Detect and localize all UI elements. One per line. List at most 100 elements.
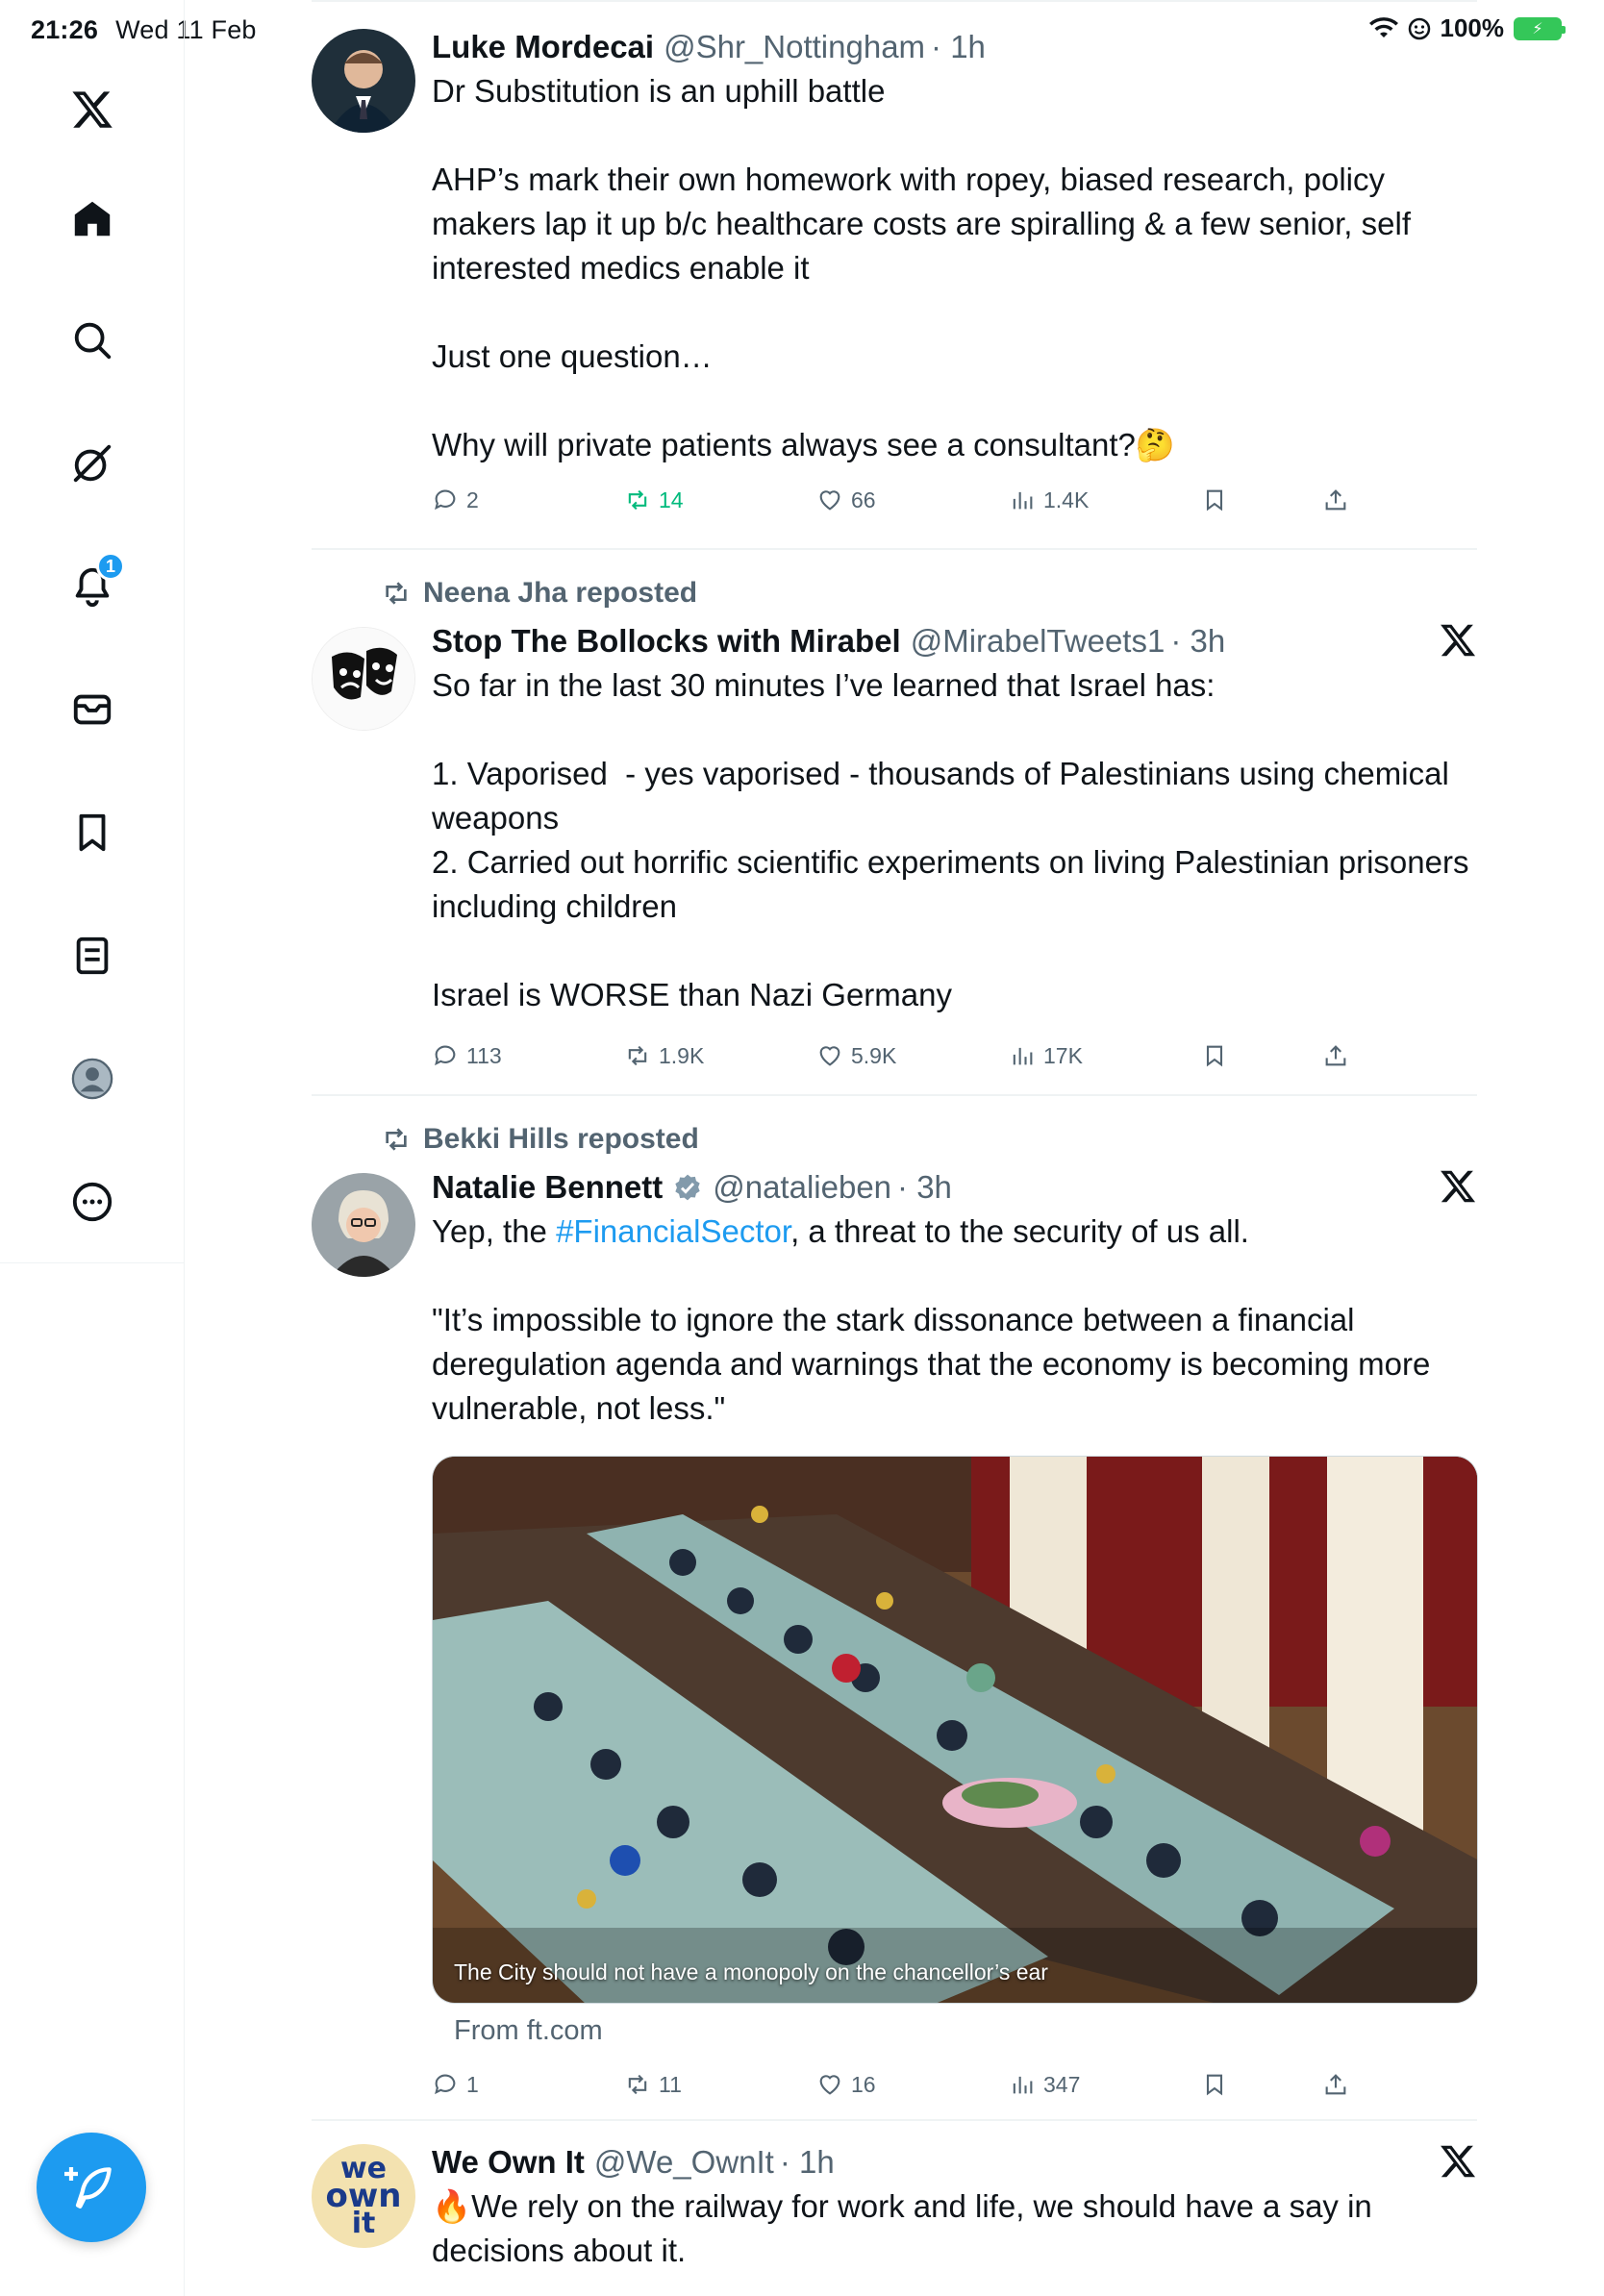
view-count: 17K [1043,1042,1083,1068]
views-button[interactable]: 1.4K [1009,487,1089,513]
bookmark-icon [79,813,106,852]
like-button[interactable]: 66 [816,487,876,513]
author-handle[interactable]: @Shr_Nottingham [664,29,925,65]
link-card-title: The City should not have a monopoly on t… [454,1959,1048,1984]
reply-count: 1 [466,2071,479,2097]
like-button[interactable]: 16 [816,2071,876,2098]
profile-icon [71,1058,113,1100]
reply-button[interactable]: 113 [432,1042,502,1069]
sidebar-item-profile[interactable] [62,1048,123,1110]
share-icon [1325,489,1346,511]
x-logo-icon[interactable] [1439,621,1477,660]
reply-button[interactable]: 1 [432,2071,479,2098]
bookmark-button[interactable] [1201,2071,1228,2098]
tweet-time[interactable]: · 1h [931,29,986,65]
views-icon [1013,1047,1033,1065]
author-handle[interactable]: @MirabelTweets1 [911,623,1165,660]
repost-by: Bekki Hills reposted [423,1123,699,1155]
tweet-time[interactable]: · 3h [1170,623,1225,660]
author-name[interactable]: We Own It [432,2144,585,2181]
heart-icon [819,1046,840,1066]
sidebar: 1 [0,0,185,2296]
tweet-time[interactable]: · 1h [780,2144,835,2181]
tweet-header: Luke Mordecai @Shr_Nottingham · 1h [432,29,1477,65]
avatar[interactable] [312,29,415,133]
verified-badge-icon [675,1174,700,1201]
bookmark-button[interactable] [1201,487,1228,513]
like-button[interactable]: 5.9K [816,1042,896,1069]
tweet[interactable]: Neena Jha reposted Stop The Bollocks wit… [312,577,1477,1094]
share-button[interactable] [1322,487,1349,513]
avatar[interactable]: we own it [312,2144,415,2248]
link-source[interactable]: From ft.com [454,2015,603,2047]
author-name[interactable]: Natalie Bennett [432,1169,663,1206]
more-icon [72,1182,113,1222]
author-handle[interactable]: @natalieben [713,1169,891,1206]
compose-button[interactable] [37,2133,146,2242]
sidebar-item-lists[interactable] [62,925,123,986]
share-icon [1325,1045,1346,1066]
tweet-time[interactable]: · 3h [897,1169,952,1206]
heart-icon [819,490,840,511]
sidebar-item-messages[interactable] [62,679,123,740]
repost-button[interactable]: 1.9K [624,1042,704,1069]
avatar[interactable] [312,1173,415,1277]
home-icon [74,201,111,237]
sidebar-item-grok[interactable] [62,433,123,494]
share-button[interactable] [1322,1042,1349,1069]
sidebar-item-bookmarks[interactable] [62,802,123,863]
tweet[interactable]: Luke Mordecai @Shr_Nottingham · 1h Dr Su… [312,29,1477,548]
repost-button[interactable]: 11 [624,2071,682,2098]
share-button[interactable] [1322,2071,1349,2098]
x-logo-icon[interactable] [1439,1167,1477,1206]
repost-icon [628,489,647,511]
author-name[interactable]: Luke Mordecai [432,29,654,65]
tweet-divider [312,548,1477,550]
hashtag-link[interactable]: #FinancialSector [556,1213,790,1249]
sidebar-item-home[interactable] [62,188,123,250]
tweet-header: We Own It @We_OwnIt · 1h [432,2144,1477,2181]
repost-count: 1.9K [659,1042,705,1068]
author-name[interactable]: Stop The Bollocks with Mirabel [432,623,901,660]
view-count: 1.4K [1043,487,1090,512]
repost-icon [628,1045,647,1066]
x-logo-icon[interactable] [1439,2142,1477,2181]
views-icon [1013,2076,1033,2094]
repost-indicator[interactable]: Bekki Hills reposted [381,1123,699,1156]
heart-icon [819,2075,840,2095]
tweet[interactable]: Bekki Hills reposted Natalie Bennett @na… [312,1123,1478,2119]
repost-icon [386,1128,407,1151]
repost-button[interactable]: 14 [624,487,684,513]
bookmark-icon [1206,489,1223,512]
author-handle[interactable]: @We_OwnIt [594,2144,774,2181]
sidebar-item-notifications[interactable]: 1 [62,552,125,617]
reply-icon [435,1045,456,1066]
tweet-text: 🔥We rely on the railway for work and lif… [432,2188,1381,2268]
avatar[interactable] [312,627,415,731]
tweet-text-start: Yep, the [432,1213,557,1249]
tweet-text: Dr Substitution is an uphill battle AHP’… [432,73,1411,462]
views-button[interactable]: 17K [1009,1042,1083,1069]
notification-badge: 1 [96,552,125,581]
views-button[interactable]: 347 [1009,2071,1080,2098]
link-card-image[interactable]: The City should not have a monopoly on t… [432,1456,1478,2004]
reply-button[interactable]: 2 [432,487,479,513]
avatar-logo-text: it [351,2207,376,2241]
reply-count: 113 [466,1042,502,1068]
tweet[interactable]: we own it We Own It @We_OwnIt · 1h 🔥We r… [312,2144,1477,2296]
repost-count: 14 [659,487,684,512]
repost-indicator[interactable]: Neena Jha reposted [381,577,697,610]
compose-icon [64,2167,112,2209]
lists-icon [76,936,109,975]
sidebar-item-more[interactable] [62,1171,123,1233]
like-count: 5.9K [851,1042,897,1068]
x-logo-icon[interactable] [62,79,123,140]
repost-by: Neena Jha reposted [423,577,698,609]
grok-icon [73,444,112,483]
tweet-text: So far in the last 30 minutes I’ve learn… [432,667,1469,1012]
repost-icon [628,2074,647,2095]
repost-icon [386,582,407,605]
like-count: 16 [851,2071,876,2097]
sidebar-item-search[interactable] [62,310,123,371]
bookmark-button[interactable] [1201,1042,1228,1069]
